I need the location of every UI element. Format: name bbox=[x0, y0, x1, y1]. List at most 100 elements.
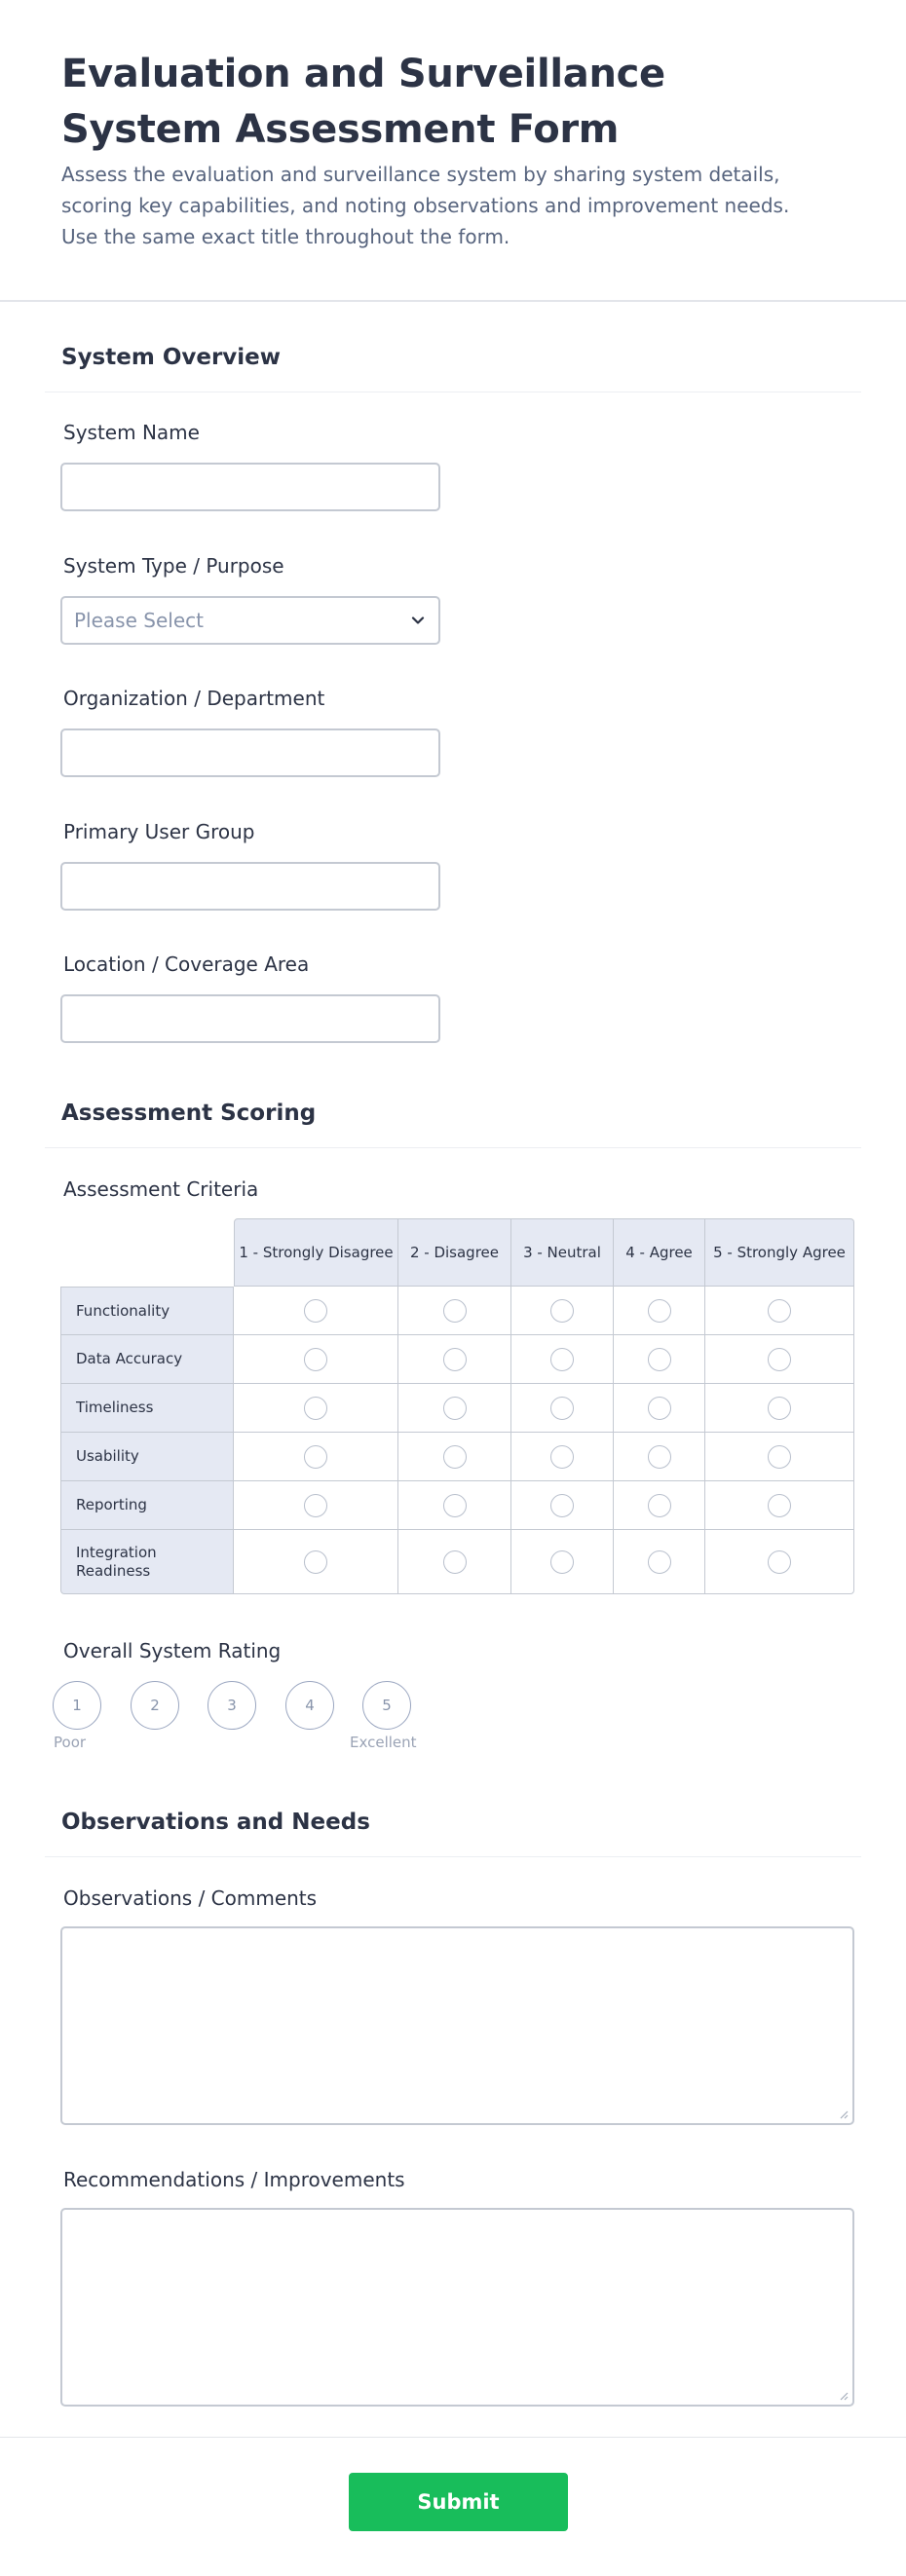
matrix-cell bbox=[398, 1481, 511, 1530]
matrix-cell bbox=[614, 1287, 705, 1335]
system-type-label: System Type / Purpose bbox=[63, 554, 284, 578]
matrix-radio[interactable] bbox=[648, 1397, 671, 1420]
matrix-cell bbox=[614, 1530, 705, 1594]
matrix-radio[interactable] bbox=[648, 1550, 671, 1574]
form-description: Assess the evaluation and surveillance s… bbox=[61, 163, 790, 248]
matrix-column-header: 4 - Agree bbox=[614, 1218, 705, 1287]
matrix-row-label: Integration Readiness bbox=[60, 1530, 234, 1594]
matrix-cell bbox=[511, 1287, 614, 1335]
location-label: Location / Coverage Area bbox=[63, 952, 310, 976]
matrix-cell bbox=[234, 1530, 398, 1594]
matrix-radio[interactable] bbox=[648, 1494, 671, 1517]
matrix-radio[interactable] bbox=[768, 1445, 791, 1469]
matrix-radio[interactable] bbox=[768, 1494, 791, 1517]
recommendations-textarea[interactable] bbox=[60, 2208, 854, 2407]
matrix-cell bbox=[705, 1433, 854, 1481]
matrix-radio[interactable] bbox=[304, 1550, 327, 1574]
resize-grip-icon[interactable] bbox=[837, 2389, 849, 2401]
chevron-down-icon bbox=[411, 616, 425, 624]
matrix-cell bbox=[705, 1530, 854, 1594]
matrix-radio[interactable] bbox=[304, 1397, 327, 1420]
matrix-cell bbox=[511, 1335, 614, 1384]
matrix-radio[interactable] bbox=[550, 1550, 574, 1574]
matrix-row-label: Timeliness bbox=[60, 1384, 234, 1433]
system-type-placeholder: Please Select bbox=[74, 609, 204, 632]
matrix-cell bbox=[234, 1335, 398, 1384]
section-title-observations: Observations and Needs bbox=[61, 1810, 370, 1835]
matrix-cell bbox=[234, 1287, 398, 1335]
section-divider bbox=[45, 1147, 861, 1148]
rating-option-1[interactable]: 1 bbox=[53, 1681, 101, 1730]
matrix-radio[interactable] bbox=[304, 1494, 327, 1517]
matrix-cell bbox=[511, 1384, 614, 1433]
footer-divider bbox=[0, 2437, 906, 2438]
matrix-cell bbox=[511, 1481, 614, 1530]
matrix-radio[interactable] bbox=[304, 1445, 327, 1469]
matrix-radio[interactable] bbox=[550, 1445, 574, 1469]
submit-button[interactable]: Submit bbox=[349, 2473, 568, 2531]
matrix-cell bbox=[398, 1530, 511, 1594]
section-title-scoring: Assessment Scoring bbox=[61, 1101, 317, 1126]
resize-grip-icon[interactable] bbox=[837, 2108, 849, 2119]
matrix-radio[interactable] bbox=[443, 1299, 467, 1323]
user-group-label: Primary User Group bbox=[63, 820, 255, 843]
matrix-row-label: Data Accuracy bbox=[60, 1335, 234, 1384]
matrix-radio[interactable] bbox=[550, 1494, 574, 1517]
matrix-radio[interactable] bbox=[443, 1550, 467, 1574]
matrix-cell bbox=[234, 1384, 398, 1433]
matrix-cell bbox=[705, 1335, 854, 1384]
matrix-radio[interactable] bbox=[648, 1299, 671, 1323]
matrix-column-header: 1 - Strongly Disagree bbox=[234, 1218, 398, 1287]
matrix-row-label: Functionality bbox=[60, 1287, 234, 1335]
rating-option-5[interactable]: 5 bbox=[362, 1681, 411, 1730]
matrix-column-header: 2 - Disagree bbox=[398, 1218, 511, 1287]
matrix-cell bbox=[705, 1481, 854, 1530]
section-title-overview: System Overview bbox=[61, 345, 282, 370]
matrix-row-label: Reporting bbox=[60, 1481, 234, 1530]
rating-max-caption: Excellent bbox=[350, 1734, 417, 1751]
matrix-radio[interactable] bbox=[443, 1348, 467, 1371]
form-header: Evaluation and Surveillance System Asses… bbox=[0, 0, 906, 302]
recommendations-label: Recommendations / Improvements bbox=[63, 2168, 405, 2191]
matrix-row-label: Usability bbox=[60, 1433, 234, 1481]
matrix-radio[interactable] bbox=[550, 1348, 574, 1371]
matrix-radio[interactable] bbox=[648, 1348, 671, 1371]
rating-option-4[interactable]: 4 bbox=[285, 1681, 334, 1730]
observations-textarea[interactable] bbox=[60, 1926, 854, 2125]
matrix-radio[interactable] bbox=[648, 1445, 671, 1469]
matrix-radio[interactable] bbox=[304, 1299, 327, 1323]
matrix-radio[interactable] bbox=[768, 1348, 791, 1371]
overall-rating-label: Overall System Rating bbox=[63, 1639, 282, 1662]
matrix-radio[interactable] bbox=[443, 1445, 467, 1469]
system-name-input[interactable] bbox=[60, 463, 440, 511]
matrix-cell bbox=[398, 1335, 511, 1384]
section-divider bbox=[45, 1856, 861, 1857]
matrix-cell bbox=[614, 1433, 705, 1481]
system-type-select[interactable]: Please Select bbox=[60, 596, 440, 645]
matrix-cell bbox=[234, 1433, 398, 1481]
matrix-radio[interactable] bbox=[550, 1299, 574, 1323]
matrix-radio[interactable] bbox=[768, 1550, 791, 1574]
matrix-cell bbox=[614, 1335, 705, 1384]
matrix-cell bbox=[511, 1530, 614, 1594]
assessment-matrix: 1 - Strongly Disagree 2 - Disagree 3 - N… bbox=[60, 1218, 854, 1594]
matrix-radio[interactable] bbox=[443, 1397, 467, 1420]
matrix-radio[interactable] bbox=[443, 1494, 467, 1517]
matrix-radio[interactable] bbox=[550, 1397, 574, 1420]
user-group-input[interactable] bbox=[60, 862, 440, 911]
form-title: Evaluation and Surveillance System Asses… bbox=[61, 52, 665, 152]
matrix-cell bbox=[705, 1384, 854, 1433]
rating-option-2[interactable]: 2 bbox=[131, 1681, 179, 1730]
organization-input[interactable] bbox=[60, 728, 440, 777]
observations-label: Observations / Comments bbox=[63, 1886, 318, 1910]
matrix-radio[interactable] bbox=[768, 1397, 791, 1420]
rating-min-caption: Poor bbox=[54, 1734, 87, 1751]
matrix-radio[interactable] bbox=[768, 1299, 791, 1323]
matrix-cell bbox=[614, 1384, 705, 1433]
location-input[interactable] bbox=[60, 994, 440, 1043]
organization-label: Organization / Department bbox=[63, 687, 325, 710]
rating-option-3[interactable]: 3 bbox=[208, 1681, 256, 1730]
matrix-column-header: 3 - Neutral bbox=[511, 1218, 614, 1287]
matrix-radio[interactable] bbox=[304, 1348, 327, 1371]
assessment-criteria-label: Assessment Criteria bbox=[63, 1177, 259, 1201]
